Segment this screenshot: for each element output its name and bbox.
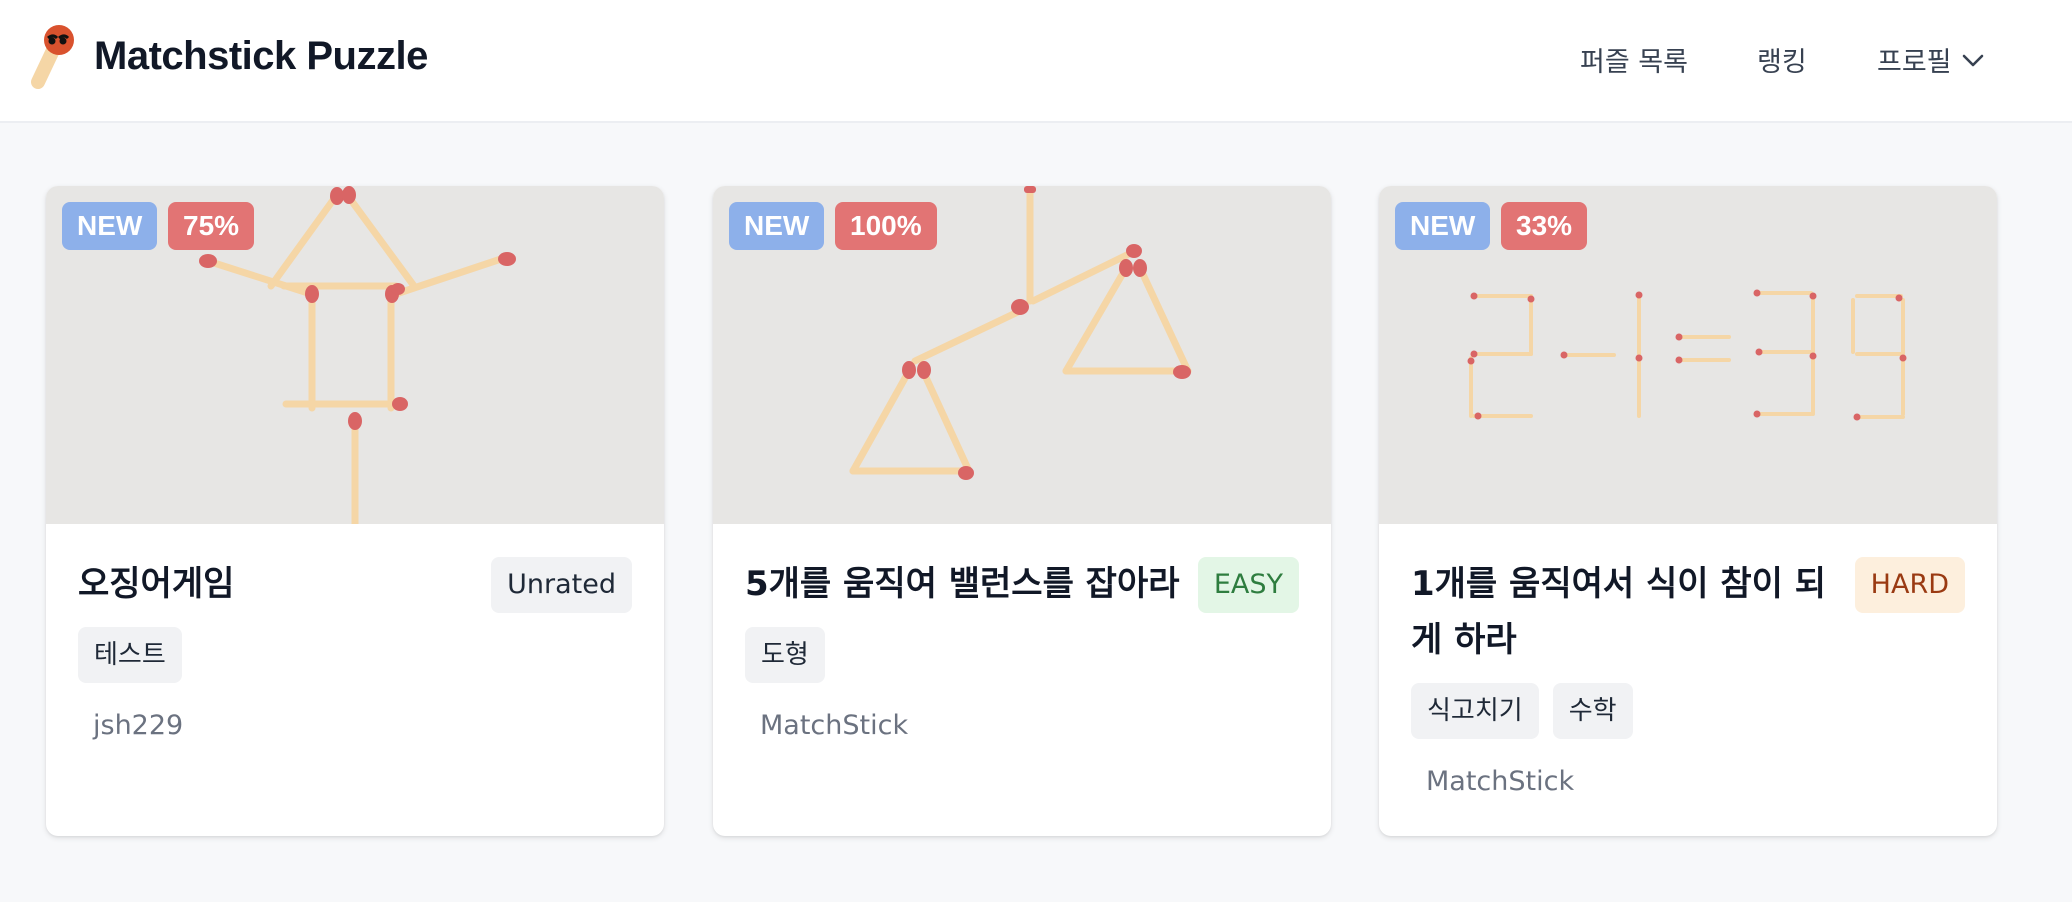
puzzle-title: 5개를 움직여 밸런스를 잡아라 bbox=[745, 564, 1180, 604]
new-badge: NEW bbox=[62, 202, 158, 250]
puzzle-card[interactable]: NEW 33% 1개를 움직여서 식이 참이 되게 하라 HARD 식고치기 수… bbox=[1379, 186, 1997, 836]
chevron-down-icon bbox=[1962, 44, 1984, 75]
puzzle-thumbnail: NEW 75% bbox=[46, 186, 664, 524]
puzzle-title: 1개를 움직여서 식이 참이 되게 하라 bbox=[1411, 564, 1827, 660]
tag-chip[interactable]: 테스트 bbox=[78, 627, 182, 683]
app-title[interactable]: Matchstick Puzzle bbox=[94, 34, 428, 79]
tag-list: 테스트 bbox=[78, 627, 182, 683]
puzzle-thumbnail: NEW 100% bbox=[713, 186, 1331, 524]
tag-chip[interactable]: 수학 bbox=[1552, 683, 1633, 739]
puzzle-card[interactable]: NEW 100% 5개를 움직여 밸런스를 잡아라 EASY 도형 MatchS… bbox=[713, 186, 1331, 836]
new-badge: NEW bbox=[1395, 202, 1491, 250]
nav-ranking[interactable]: 랭킹 bbox=[1757, 40, 1807, 79]
puzzle-thumbnail: NEW 33% bbox=[1379, 186, 1997, 524]
difficulty-badge: EASY bbox=[1197, 557, 1299, 613]
tag-chip[interactable]: 식고치기 bbox=[1411, 683, 1539, 739]
top-navbar: Matchstick Puzzle 퍼즐 목록 랭킹 프로필 bbox=[0, 0, 2072, 123]
success-rate-badge: 75% bbox=[168, 202, 255, 250]
tag-list: 식고치기 수학 bbox=[1411, 683, 1633, 739]
puzzle-author: MatchStick bbox=[760, 710, 909, 741]
new-badge: NEW bbox=[729, 202, 825, 250]
nav-puzzle-list[interactable]: 퍼즐 목록 bbox=[1580, 40, 1688, 79]
tag-list: 도형 bbox=[745, 627, 825, 683]
puzzle-title: 오징어게임 bbox=[78, 564, 235, 604]
puzzle-card[interactable]: NEW 75% 오징어게임 Unrated 테스트 jsh229 bbox=[46, 186, 664, 836]
nav-profile-menu[interactable]: 프로필 bbox=[1877, 40, 1984, 79]
difficulty-badge: HARD bbox=[1854, 557, 1965, 613]
nav-profile-label: 프로필 bbox=[1877, 47, 1952, 78]
success-rate-badge: 33% bbox=[1501, 202, 1588, 250]
matchstick-logo-icon[interactable] bbox=[26, 24, 82, 90]
puzzle-author: MatchStick bbox=[1426, 766, 1575, 797]
puzzle-author: jsh229 bbox=[93, 710, 184, 741]
success-rate-badge: 100% bbox=[835, 202, 937, 250]
difficulty-badge: Unrated bbox=[491, 557, 632, 613]
tag-chip[interactable]: 도형 bbox=[745, 627, 825, 683]
